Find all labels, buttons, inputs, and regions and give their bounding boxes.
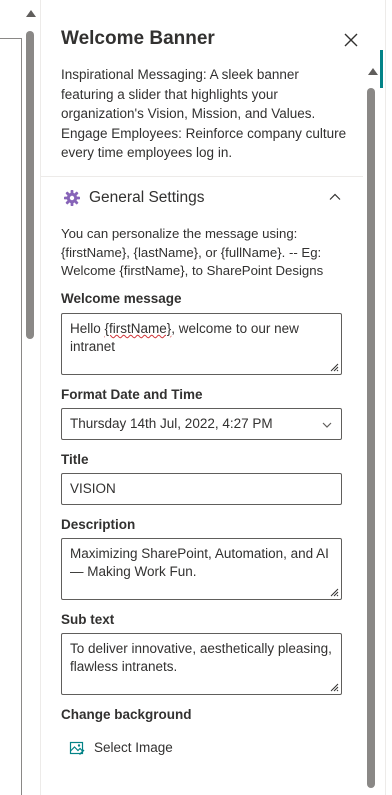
format-date-dropdown[interactable]: Thursday 14th Jul, 2022, 4:27 PM (61, 408, 342, 440)
page-scrollbar-thumb[interactable] (26, 31, 34, 339)
gear-icon (64, 190, 80, 206)
welcome-message-text-start: Hello (70, 321, 105, 336)
image-icon (69, 741, 85, 755)
active-tab-indicator (380, 50, 383, 88)
description-field[interactable]: Maximizing SharePoint, Automation, and A… (61, 538, 342, 600)
format-date-selected: Thursday 14th Jul, 2022, 4:27 PM (70, 416, 273, 431)
personalization-help-text: You can personalize the message using: {… (61, 226, 324, 278)
close-button[interactable] (341, 30, 361, 50)
title-label: Title (61, 452, 89, 467)
pane-title: Welcome Banner (61, 28, 215, 49)
page-scroll-up-arrow[interactable] (26, 10, 36, 17)
general-settings-label: General Settings (89, 189, 205, 206)
pane-scroll-up-arrow[interactable] (368, 68, 378, 75)
pane-divider (41, 176, 363, 177)
welcome-message-label: Welcome message (61, 291, 182, 306)
description-text: Maximizing SharePoint, Automation, and A… (70, 546, 329, 579)
resize-grip-icon[interactable] (330, 683, 339, 692)
welcome-message-spellcheck-word: {firstName} (104, 321, 172, 336)
pane-description: Inspirational Messaging: A sleek banner … (61, 67, 347, 160)
pane-scrollbar-thumb[interactable] (367, 88, 375, 788)
description-label: Description (61, 517, 136, 532)
change-background-label: Change background (61, 707, 192, 722)
chevron-down-icon (322, 422, 332, 428)
title-input[interactable]: VISION (61, 473, 342, 505)
sub-text-field[interactable]: To deliver innovative, aesthetically ple… (61, 633, 342, 695)
right-edge-divider (385, 0, 386, 795)
resize-grip-icon[interactable] (330, 588, 339, 597)
select-image-label: Select Image (94, 740, 173, 755)
format-date-label: Format Date and Time (61, 387, 203, 402)
page-content-edge (0, 38, 22, 795)
general-settings-header[interactable]: General Settings (61, 186, 351, 212)
welcome-message-field[interactable]: Hello {firstName}, welcome to our new in… (61, 313, 342, 375)
page-background (0, 0, 40, 795)
resize-grip-icon[interactable] (330, 363, 339, 372)
chevron-up-icon (329, 193, 341, 200)
close-icon (344, 33, 358, 47)
sub-text-text: To deliver innovative, aesthetically ple… (70, 641, 332, 674)
sub-text-label: Sub text (61, 612, 115, 627)
property-pane: Welcome Banner Inspirational Messaging: … (40, 0, 363, 795)
